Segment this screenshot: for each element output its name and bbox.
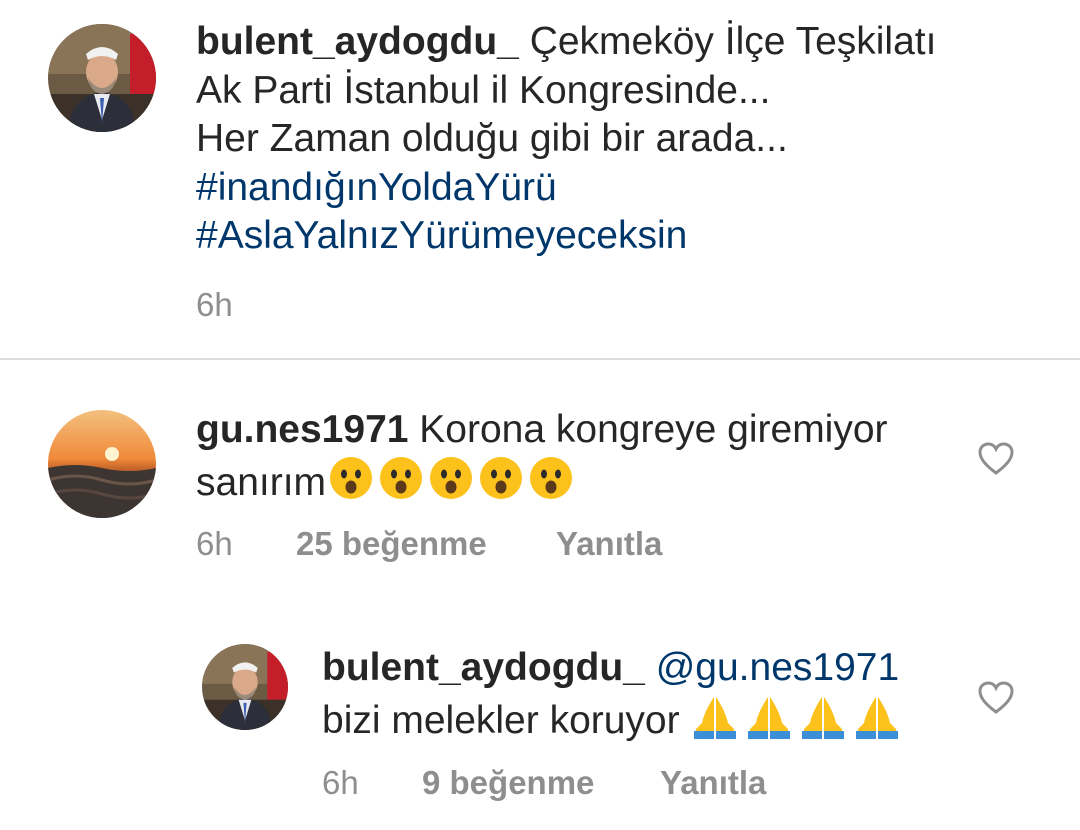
reply-button[interactable]: Yanıtla [556,525,662,563]
comment-likes[interactable]: 25 beğenme [296,525,487,563]
hushed-face-emoji [428,455,474,501]
divider [0,358,1080,360]
mention-link[interactable]: @gu.nes1971 [656,646,899,689]
comment-text: gu.nes1971 Korona kongreye giremiyor san… [196,406,956,507]
folded-hands-emoji [800,693,846,739]
hushed-face-emoji [378,455,424,501]
comment-text-line1: Korona kongreye giremiyor [419,408,888,451]
hushed-face-emoji [328,455,374,501]
reply-username[interactable]: bulent_aydogdu_ [322,646,645,689]
reply-text: bulent_aydogdu_ @gu.nes1971 bizi melekle… [322,644,962,745]
caption-text: bulent_aydogdu_ Çekmeköy İlçe Teşkilatı … [196,18,1026,261]
reply-likes[interactable]: 9 beğenme [422,764,594,802]
folded-hands-emoji [854,693,900,739]
caption-line3: Her Zaman olduğu gibi bir arada... [196,117,788,160]
hashtag-link[interactable]: #AslaYalnızYürümeyeceksin [196,212,1026,261]
comment-avatar[interactable] [48,410,156,518]
caption-avatar[interactable] [48,24,156,132]
reply-avatar[interactable] [202,644,288,730]
comment-time: 6h [196,525,233,562]
folded-hands-emoji [746,693,792,739]
caption-time: 6h [196,286,233,323]
folded-hands-emoji [692,693,738,739]
caption-line1: Çekmeköy İlçe Teşkilatı [529,20,937,63]
comment-text-line2: sanırım [196,460,327,504]
emoji-group [692,693,900,739]
caption-username[interactable]: bulent_aydogdu_ [196,20,519,63]
like-heart-icon[interactable] [978,442,1014,476]
caption-line2: Ak Parti İstanbul il Kongresinde... [196,68,771,112]
reply-body: bizi melekler koruyor [322,698,680,742]
hushed-face-emoji [478,455,524,501]
emoji-group [328,455,574,501]
reply-button[interactable]: Yanıtla [660,764,766,802]
hushed-face-emoji [528,455,574,501]
like-heart-icon[interactable] [978,681,1014,715]
reply-time: 6h [322,764,359,801]
comment-username[interactable]: gu.nes1971 [196,408,408,451]
hashtag-link[interactable]: #inandığınYoldaYürü [196,164,1026,213]
